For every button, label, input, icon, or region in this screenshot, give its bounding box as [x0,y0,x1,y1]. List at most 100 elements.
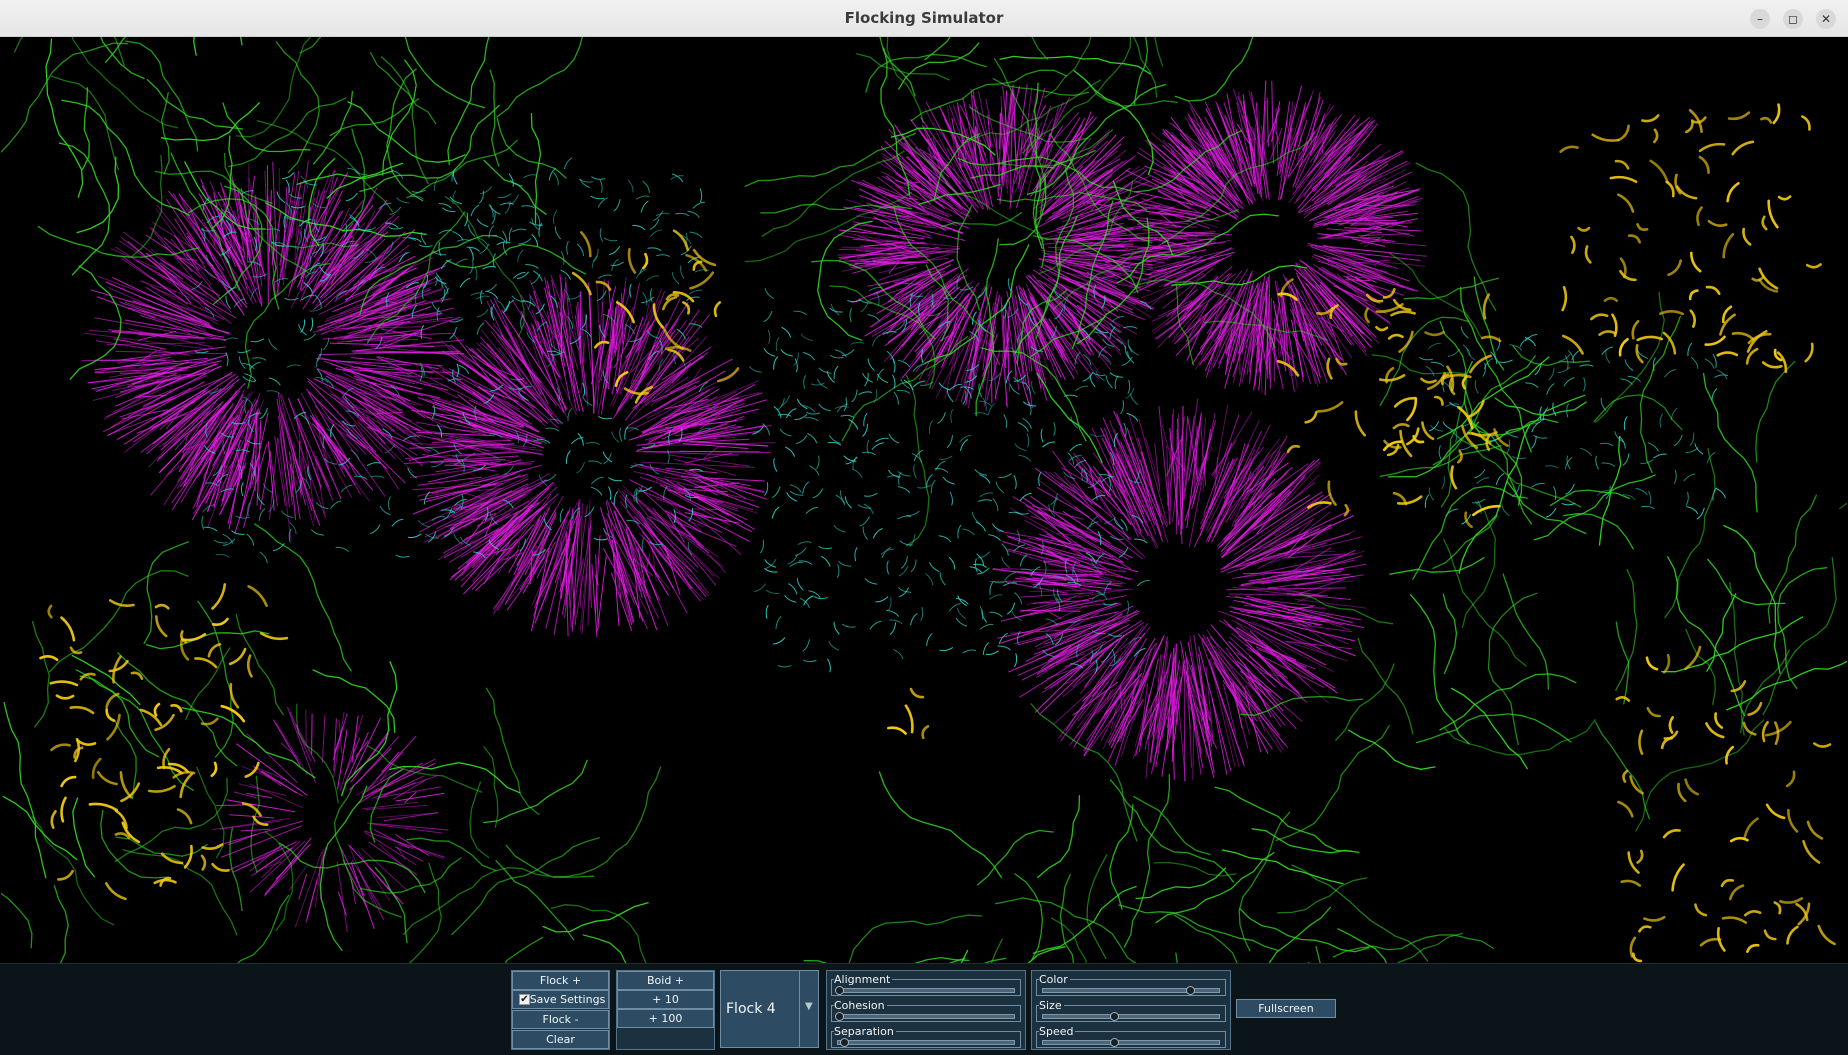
cyan-boid-trail [955,597,969,605]
cyan-boid-trail [829,354,844,359]
yellow-boid-trail [244,761,260,778]
alignment-slider-track[interactable] [837,988,1015,993]
cyan-boid-trail [1014,653,1018,667]
yellow-boid-trail [1457,449,1463,464]
cyan-boid-trail [591,476,604,485]
green-boid-trail [960,949,969,963]
size-slider[interactable]: Size [1036,999,1226,1024]
yellow-boid-trail [1772,103,1781,125]
size-slider-track[interactable] [1042,1014,1220,1019]
green-boid-trail [1037,794,1081,879]
save-settings-toggle[interactable]: ✔ Save Settings [512,990,609,1009]
save-settings-checkbox[interactable]: ✔ [519,994,530,1005]
green-boid-trail [1615,621,1630,705]
cyan-boid-trail [565,450,571,464]
yellow-boid-trail [1714,712,1723,729]
alignment-slider-thumb[interactable] [834,986,844,995]
cyan-boid-trail [1595,455,1599,470]
cyan-boid-trail [988,534,1001,541]
cyan-boid-trail [1442,421,1454,431]
cyan-boid-trail [937,412,946,424]
green-boid-trail [359,104,500,193]
green-boid-trail [878,771,1002,879]
cyan-boid-trail [1474,380,1479,394]
cyan-boid-trail [797,541,812,545]
fullscreen-button[interactable]: Fullscreen [1236,999,1336,1018]
cyan-boid-trail [608,486,612,501]
yellow-boid-trail [69,705,95,715]
yellow-boid-trail [170,704,183,713]
boid-add-100-button[interactable]: + 100 [617,1009,714,1028]
yellow-boid-trail [194,657,218,669]
separation-slider[interactable]: Separation [831,1025,1021,1050]
cyan-boid-trail [833,621,840,635]
green-boid-trail [469,781,490,859]
cyan-boid-trail [1659,413,1663,428]
cyan-boid-trail [942,476,955,485]
yellow-boid-trail [1785,770,1796,788]
cyan-boid-trail [877,373,888,383]
chevron-down-icon[interactable]: ▼ [805,1001,813,1012]
cyan-boid-trail [367,462,381,466]
cyan-boid-trail [892,374,896,389]
clear-button[interactable]: Clear [512,1030,609,1049]
yellow-boid-trail [1603,296,1619,302]
cyan-boid-trail [388,496,391,511]
yellow-boid-trail [1776,351,1788,374]
cyan-boid-trail [863,503,874,515]
cyan-boid-trail [765,589,780,594]
cohesion-slider-thumb[interactable] [834,1012,844,1021]
separation-slider-track[interactable] [837,1040,1015,1045]
cyan-boid-trail [1712,487,1717,501]
green-boid-trail [239,37,243,46]
green-boid-trail [1268,906,1331,963]
green-boid-trail [1073,70,1154,176]
yellow-boid-trail [1729,836,1749,843]
yellow-boid-trail [627,247,637,274]
color-slider[interactable]: Color [1036,973,1226,998]
speed-slider-thumb[interactable] [1110,1038,1119,1047]
cyan-boid-trail [816,455,820,470]
cyan-boid-trail [513,272,526,279]
yellow-boid-trail [1707,219,1728,227]
yellow-boid-trail [1731,331,1755,341]
yellow-boid-trail [689,271,715,290]
close-button[interactable]: ✕ [1816,9,1836,29]
maximize-button[interactable]: ◻ [1783,9,1803,29]
cyan-boid-trail [1619,436,1626,449]
color-slider-thumb[interactable] [1185,986,1195,995]
title-bar[interactable]: Flocking Simulator – ◻ ✕ [0,0,1848,37]
green-boid-trail [1154,37,1164,67]
flock-remove-button[interactable]: Flock - [512,1010,609,1029]
cyan-boid-trail [1017,530,1021,545]
speed-slider[interactable]: Speed [1036,1025,1226,1050]
yellow-boid-trail [1720,878,1734,888]
green-boid-trail [71,654,141,706]
boid-add-button[interactable]: Boid + [617,971,714,990]
flock-add-button[interactable]: Flock + [512,971,609,990]
size-slider-thumb[interactable] [1110,1012,1119,1021]
flock-select[interactable]: Flock 4 ▼ [720,970,819,1048]
boid-add-10-button[interactable]: + 10 [617,990,714,1009]
speed-slider-track[interactable] [1042,1040,1220,1045]
green-boid-trail [1739,649,1790,734]
magenta-boid-trail [395,792,445,802]
boids-drawing [1,37,1847,963]
cyan-boid-trail [1424,494,1430,508]
cyan-boid-trail [418,244,433,248]
cyan-boid-trail [949,383,962,391]
yellow-boid-trail [108,659,129,673]
alignment-slider[interactable]: Alignment [831,973,1021,998]
minimize-button[interactable]: – [1750,9,1770,29]
simulation-canvas[interactable] [1,37,1847,963]
cyan-boid-trail [1712,354,1717,368]
yellow-boid-trail [39,655,59,661]
yellow-boid-trail [642,252,649,270]
green-boid-trail [382,59,417,176]
green-boid-trail [254,523,352,672]
cohesion-slider-track[interactable] [837,1014,1015,1019]
cohesion-slider[interactable]: Cohesion [831,999,1021,1024]
cyan-boid-trail [1428,487,1434,501]
cyan-boid-trail [1580,447,1592,457]
green-boid-trail [483,159,547,215]
